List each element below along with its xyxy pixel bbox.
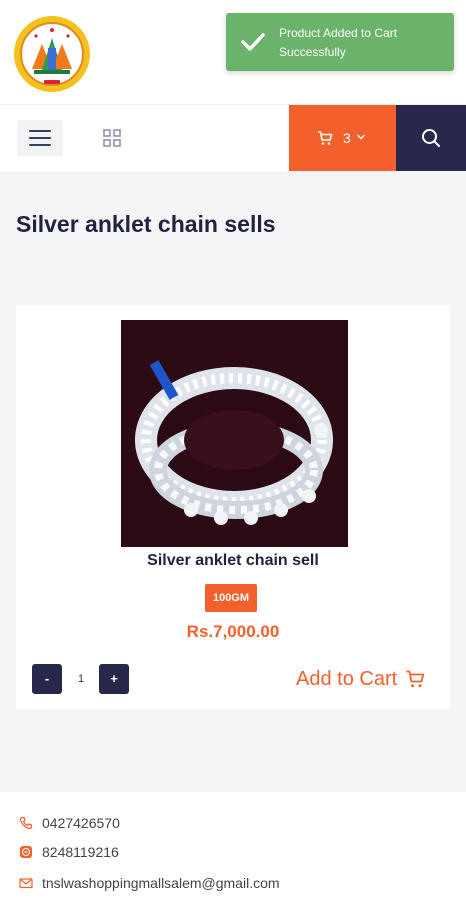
toast-message: Product Added to Cart Successfully [279,26,398,59]
mobile-number: 8248119216 [42,844,119,860]
chevron-down-icon [357,134,365,140]
product-image[interactable] [121,320,348,547]
search-button[interactable] [396,105,466,171]
success-toast[interactable]: Product Added to Cart Successfully [226,13,454,71]
contact-email[interactable]: tnslwashoppingmallsalem@gmail.com [19,875,280,891]
menu-button[interactable] [17,120,63,156]
phone-icon [19,816,33,830]
weight-badge[interactable]: 100GM [205,584,257,612]
quantity-decrease-button[interactable]: - [32,664,62,694]
cart-icon [406,670,425,688]
product-name[interactable]: Silver anklet chain sell [16,552,450,570]
email-address: tnslwashoppingmallsalem@gmail.com [42,875,280,891]
phone-number: 0427426570 [42,815,120,831]
add-to-cart-button[interactable]: Add to Cart [296,666,425,692]
grid-icon[interactable] [100,126,124,150]
mail-icon [19,878,33,889]
hamburger-icon [29,130,51,132]
state-emblem-logo[interactable] [12,14,92,94]
cart-button[interactable]: 3 [289,105,396,171]
cart-count: 3 [343,130,351,146]
contact-phone[interactable]: 0427426570 [19,815,120,831]
cart-icon [318,131,333,145]
product-price: Rs.7,000.00 [186,622,280,641]
search-icon [422,129,440,147]
quantity-input[interactable] [66,664,96,694]
anklet-photo [121,320,348,547]
quantity-increase-button[interactable]: + [99,664,129,694]
page-title: Silver anklet chain sells [16,211,276,237]
contact-mobile[interactable]: 8248119216 [19,844,119,860]
hamburger-icon [29,137,51,139]
check-icon [241,33,265,51]
add-to-cart-label: Add to Cart [296,667,398,690]
whatsapp-icon [20,846,32,858]
hamburger-icon [29,144,51,146]
